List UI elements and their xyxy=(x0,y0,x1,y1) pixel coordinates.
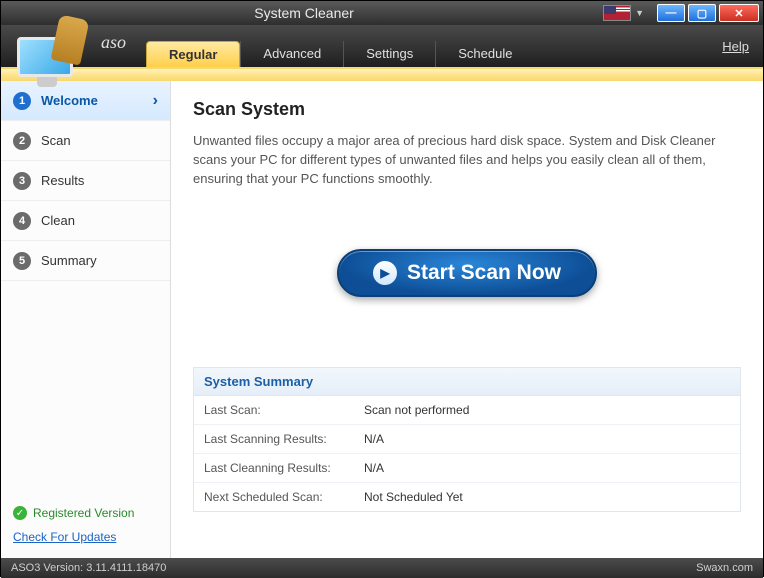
sidebar-step-scan[interactable]: 2 Scan xyxy=(1,121,170,161)
summary-key: Next Scheduled Scan: xyxy=(204,490,364,504)
watermark-text: Swaxn.com xyxy=(696,562,753,574)
title-bar: System Cleaner ▼ — ▢ ✕ xyxy=(1,1,763,25)
summary-value: Scan not performed xyxy=(364,403,469,417)
summary-title: System Summary xyxy=(194,368,740,396)
page-heading: Scan System xyxy=(193,99,741,120)
summary-row: Next Scheduled Scan: Not Scheduled Yet xyxy=(194,483,740,511)
minimize-button[interactable]: — xyxy=(657,4,685,22)
tab-settings[interactable]: Settings xyxy=(343,41,435,67)
sidebar-footer: ✓ Registered Version Check For Updates xyxy=(1,496,170,558)
step-number-icon: 2 xyxy=(13,132,31,150)
registered-label: Registered Version xyxy=(33,506,134,520)
system-summary-panel: System Summary Last Scan: Scan not perfo… xyxy=(193,367,741,512)
main-area: 1 Welcome 2 Scan 3 Results 4 Clean 5 Sum… xyxy=(1,81,763,558)
sidebar: 1 Welcome 2 Scan 3 Results 4 Clean 5 Sum… xyxy=(1,81,171,558)
tab-advanced[interactable]: Advanced xyxy=(240,41,343,67)
main-tabs: Regular Advanced Settings Schedule xyxy=(146,39,534,67)
step-label: Welcome xyxy=(41,93,98,108)
help-link[interactable]: Help xyxy=(722,39,749,54)
step-number-icon: 3 xyxy=(13,172,31,190)
maximize-button[interactable]: ▢ xyxy=(688,4,716,22)
check-updates-link[interactable]: Check For Updates xyxy=(13,530,158,544)
summary-value: N/A xyxy=(364,432,384,446)
registered-status: ✓ Registered Version xyxy=(13,506,158,520)
check-icon: ✓ xyxy=(13,506,27,520)
scan-button-label: Start Scan Now xyxy=(407,261,561,285)
status-bar: ASO3 Version: 3.11.4111.18470 Swaxn.com xyxy=(1,558,763,578)
sidebar-step-summary[interactable]: 5 Summary xyxy=(1,241,170,281)
language-dropdown-icon[interactable]: ▼ xyxy=(635,8,644,18)
summary-key: Last Cleanning Results: xyxy=(204,461,364,475)
header-bar: aso Regular Advanced Settings Schedule H… xyxy=(1,25,763,69)
summary-row: Last Scanning Results: N/A xyxy=(194,425,740,454)
step-number-icon: 4 xyxy=(13,212,31,230)
step-label: Results xyxy=(41,173,84,188)
tab-regular[interactable]: Regular xyxy=(146,41,240,67)
summary-key: Last Scanning Results: xyxy=(204,432,364,446)
step-number-icon: 5 xyxy=(13,252,31,270)
step-number-icon: 1 xyxy=(13,92,31,110)
app-logo-icon xyxy=(9,19,93,91)
page-description: Unwanted files occupy a major area of pr… xyxy=(193,132,741,189)
step-label: Scan xyxy=(41,133,71,148)
tab-schedule[interactable]: Schedule xyxy=(435,41,534,67)
start-scan-button[interactable]: ▶ Start Scan Now xyxy=(337,249,597,297)
step-label: Summary xyxy=(41,253,97,268)
summary-row: Last Scan: Scan not performed xyxy=(194,396,740,425)
sidebar-step-results[interactable]: 3 Results xyxy=(1,161,170,201)
content-panel: Scan System Unwanted files occupy a majo… xyxy=(171,81,763,558)
summary-key: Last Scan: xyxy=(204,403,364,417)
step-label: Clean xyxy=(41,213,75,228)
window-title: System Cleaner xyxy=(5,5,603,21)
accent-strip xyxy=(1,69,763,81)
play-icon: ▶ xyxy=(373,261,397,285)
language-flag-icon[interactable] xyxy=(603,5,631,21)
version-text: ASO3 Version: 3.11.4111.18470 xyxy=(11,562,166,574)
brand-text: aso xyxy=(101,32,126,53)
close-button[interactable]: ✕ xyxy=(719,4,759,22)
summary-value: Not Scheduled Yet xyxy=(364,490,463,504)
summary-row: Last Cleanning Results: N/A xyxy=(194,454,740,483)
summary-value: N/A xyxy=(364,461,384,475)
sidebar-step-clean[interactable]: 4 Clean xyxy=(1,201,170,241)
